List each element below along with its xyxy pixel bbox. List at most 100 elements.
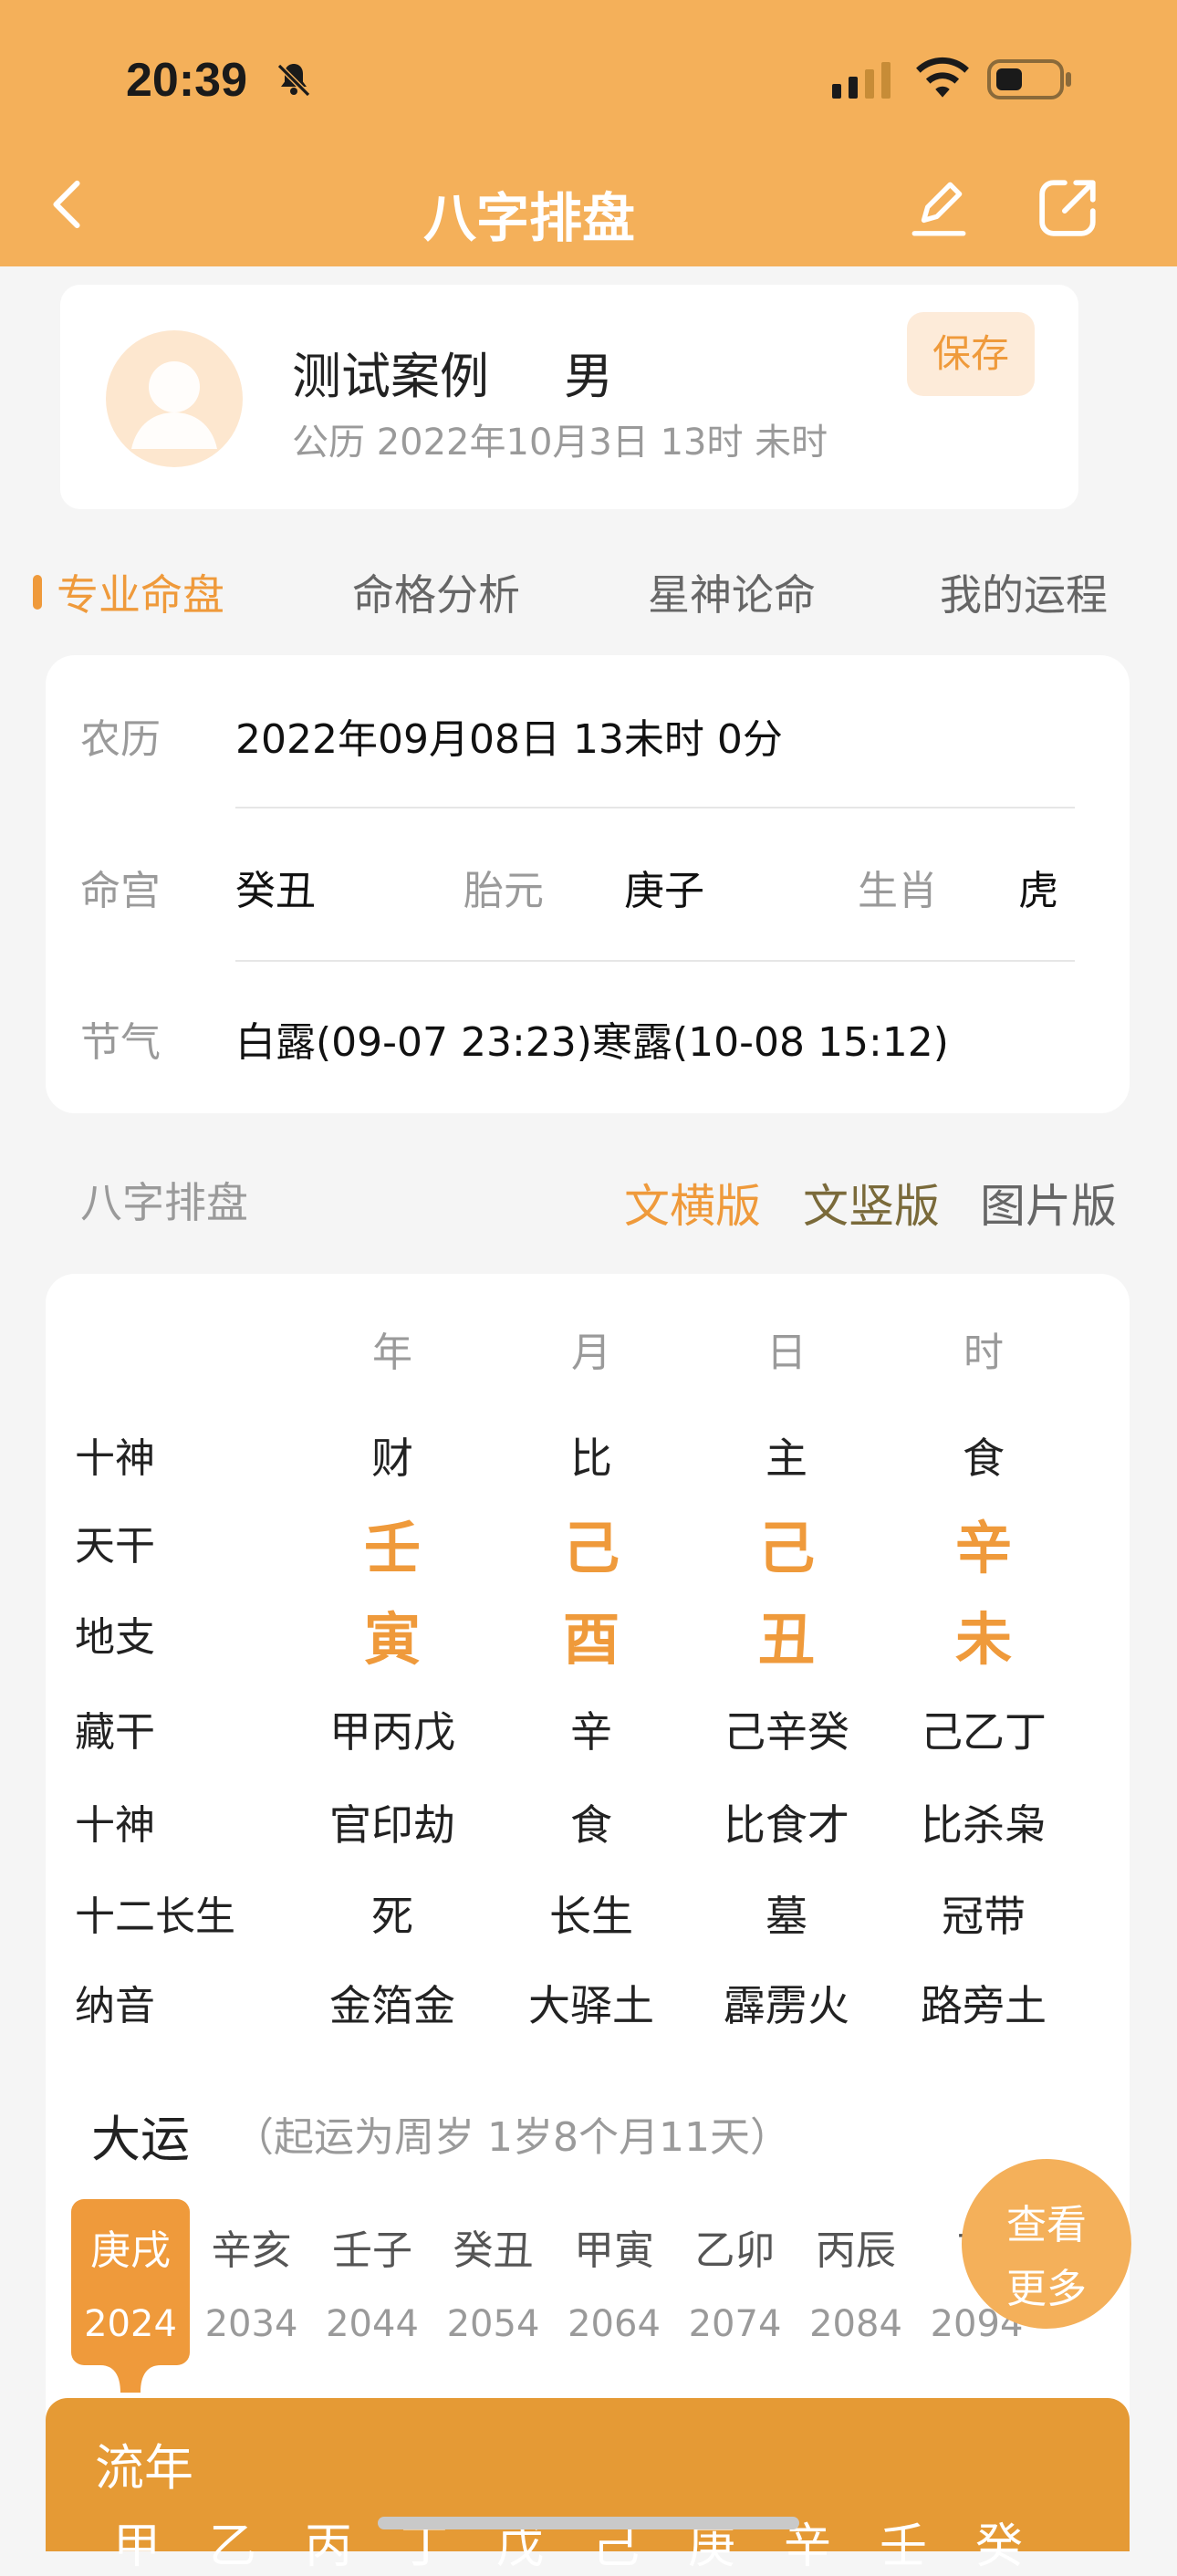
liunian-char[interactable]: 丙 — [305, 2508, 352, 2576]
dayun-ganzhi: 辛亥 — [211, 2227, 292, 2274]
row-label: 纳音 — [75, 1983, 155, 2029]
image-version-button[interactable]: 图片版 — [980, 1170, 1117, 1236]
bazi-cell: 辛 — [954, 1515, 1012, 1581]
lunar-label: 农历 — [80, 716, 161, 763]
column-header: 时 — [963, 1330, 1004, 1376]
page-title: 八字排盘 — [422, 187, 635, 249]
liunian-char[interactable]: 甲 — [113, 2508, 161, 2576]
bazi-cell: 金箔金 — [329, 1981, 455, 2030]
row-label: 地支 — [75, 1614, 155, 1661]
bazi-cell: 己 — [562, 1515, 620, 1581]
save-button[interactable]: 保存 — [907, 312, 1035, 396]
bazi-cell: 比杀枭 — [921, 1800, 1047, 1850]
dayun-year: 2064 — [568, 2303, 661, 2345]
lunar-value: 2022年09月08日 13未时 0分 — [235, 716, 783, 763]
column-header: 月 — [571, 1330, 611, 1376]
battery-icon — [987, 59, 1071, 99]
dayun-ganzhi: 壬子 — [332, 2227, 412, 2274]
liunian-char[interactable]: 乙 — [209, 2508, 256, 2576]
minggong-value: 癸丑 — [235, 868, 316, 914]
dayun-active-pointer — [100, 2365, 161, 2393]
bazi-cell: 酉 — [562, 1606, 620, 1673]
profile-birth-date: 公历 2022年10月3日 13时 未时 — [292, 422, 828, 464]
taiyuan-value: 庚子 — [624, 868, 704, 914]
dayun-year: 2074 — [688, 2303, 782, 2345]
divider — [235, 960, 1075, 962]
active-tab-indicator — [33, 575, 42, 610]
bell-muted-icon — [276, 63, 311, 98]
bazi-cell: 丑 — [757, 1606, 815, 1673]
dayun-year: 2044 — [326, 2303, 419, 2345]
bazi-cell: 冠带 — [942, 1892, 1026, 1941]
bazi-cell: 壬 — [363, 1515, 421, 1581]
liunian-char[interactable]: 壬 — [880, 2508, 927, 2576]
profile-name: 测试案例 — [292, 348, 489, 405]
dayun-year: 2024 — [84, 2303, 177, 2345]
bazi-cell: 食 — [570, 1800, 612, 1850]
bazi-cell: 主 — [766, 1434, 807, 1483]
avatar — [106, 330, 243, 467]
divider — [235, 807, 1075, 808]
dayun-year: 2084 — [809, 2303, 902, 2345]
status-time: 20:39 — [126, 54, 247, 107]
row-label: 十神 — [75, 1802, 155, 1849]
shengxiao-value: 虎 — [1018, 868, 1058, 914]
tab-professional-chart[interactable]: 专业命盘 — [57, 562, 224, 622]
view-more-line1: 查看 — [1006, 2202, 1087, 2248]
dayun-item[interactable]: 乙卯 2074 — [676, 2217, 795, 2345]
dayun-ganzhi: 庚戌 — [90, 2227, 171, 2274]
bazi-cell: 寅 — [363, 1606, 421, 1673]
taiyuan-label: 胎元 — [464, 868, 544, 914]
bazi-section-label: 八字排盘 — [80, 1178, 248, 1227]
dayun-note: （起运为周岁 1岁8个月11天） — [234, 2114, 790, 2161]
tab-my-fortune[interactable]: 我的运程 — [940, 562, 1108, 622]
dayun-ganzhi: 癸丑 — [453, 2227, 534, 2274]
vertical-text-version-button[interactable]: 文竖版 — [803, 1170, 940, 1236]
dayun-year: 2054 — [446, 2303, 540, 2345]
tab-pattern-analysis[interactable]: 命格分析 — [352, 562, 520, 622]
view-more-line2: 更多 — [1006, 2266, 1087, 2312]
shengxiao-label: 生肖 — [858, 868, 938, 914]
bazi-cell: 财 — [371, 1434, 413, 1483]
bazi-cell: 辛 — [570, 1707, 612, 1757]
jieqi-label: 节气 — [80, 1019, 161, 1066]
bazi-cell: 己 — [757, 1515, 815, 1581]
cellular-signal-icon — [832, 62, 891, 99]
dayun-item[interactable]: 辛亥 2034 — [193, 2217, 311, 2345]
bazi-cell: 墓 — [766, 1892, 807, 1941]
bazi-cell: 长生 — [549, 1892, 633, 1941]
share-icon[interactable] — [1036, 175, 1100, 239]
dayun-ganzhi: 乙卯 — [694, 2227, 776, 2274]
bazi-cell: 大驿土 — [528, 1981, 654, 2030]
row-label: 十二长生 — [75, 1893, 235, 1940]
bazi-cell: 霹雳火 — [724, 1981, 849, 2030]
row-label: 天干 — [75, 1523, 155, 1570]
bazi-cell: 比食才 — [724, 1800, 849, 1850]
horizontal-text-version-button[interactable]: 文横版 — [624, 1170, 761, 1236]
dayun-item[interactable]: 壬子 2044 — [313, 2217, 432, 2345]
view-more-button[interactable]: 查看 更多 — [962, 2159, 1131, 2329]
bazi-cell: 死 — [371, 1892, 413, 1941]
dayun-item[interactable]: 甲寅 2064 — [555, 2217, 673, 2345]
wifi-icon — [916, 57, 969, 98]
jieqi-value: 白露(09-07 23:23)寒露(10-08 15:12) — [235, 1019, 949, 1066]
row-label: 十神 — [75, 1435, 155, 1482]
dayun-item[interactable]: 庚戌 2024 — [71, 2217, 190, 2345]
bazi-cell: 己辛癸 — [724, 1707, 849, 1757]
liunian-title: 流年 — [95, 2439, 193, 2497]
dayun-item[interactable]: 丙辰 2084 — [797, 2217, 915, 2345]
home-indicator[interactable] — [378, 2517, 799, 2529]
edit-pencil-icon[interactable] — [909, 175, 969, 239]
liunian-char[interactable]: 癸 — [975, 2508, 1023, 2576]
dayun-ganzhi: 甲寅 — [574, 2227, 654, 2274]
tab-star-deity[interactable]: 星神论命 — [648, 562, 816, 622]
column-header: 年 — [372, 1330, 412, 1376]
bazi-cell: 官印劫 — [329, 1800, 455, 1850]
dayun-item[interactable]: 癸丑 2054 — [434, 2217, 553, 2345]
user-avatar-icon — [131, 361, 217, 449]
dayun-year: 2034 — [204, 2303, 298, 2345]
dayun-title: 大运 — [91, 2111, 190, 2168]
minggong-label: 命宫 — [80, 868, 161, 914]
column-header: 日 — [766, 1330, 807, 1376]
bazi-cell: 路旁土 — [921, 1981, 1047, 2030]
